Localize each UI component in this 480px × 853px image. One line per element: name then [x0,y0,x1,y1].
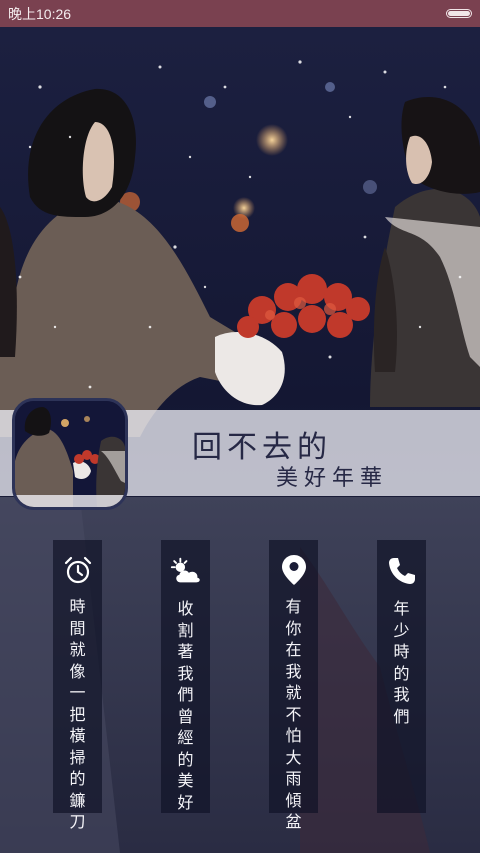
album-thumbnail[interactable] [12,398,128,510]
card-location[interactable]: 有你在我就不怕大雨傾盆 [269,540,318,831]
location-pin-icon [277,554,311,586]
card-text: 年少時的我們 [393,599,410,726]
title-line-2: 美好年華 [276,466,389,491]
phone-icon [385,554,419,588]
card-phone[interactable]: 年少時的我們 [377,540,426,813]
card-text: 時間就像一把橫掃的鐮刀 [69,597,86,831]
card-text: 收割著我們曾經的美好 [177,599,194,812]
card-alarm[interactable]: 時間就像一把橫掃的鐮刀 [53,540,102,831]
alarm-clock-icon [61,554,95,586]
status-bar: 晚上10:26 [0,0,480,27]
card-weather[interactable]: 收割著我們曾經的美好 [161,540,210,813]
battery-icon [446,9,472,18]
status-time: 晚上10:26 [8,5,72,22]
card-text: 有你在我就不怕大雨傾盆 [285,597,302,831]
sun-cloud-icon [169,554,203,588]
